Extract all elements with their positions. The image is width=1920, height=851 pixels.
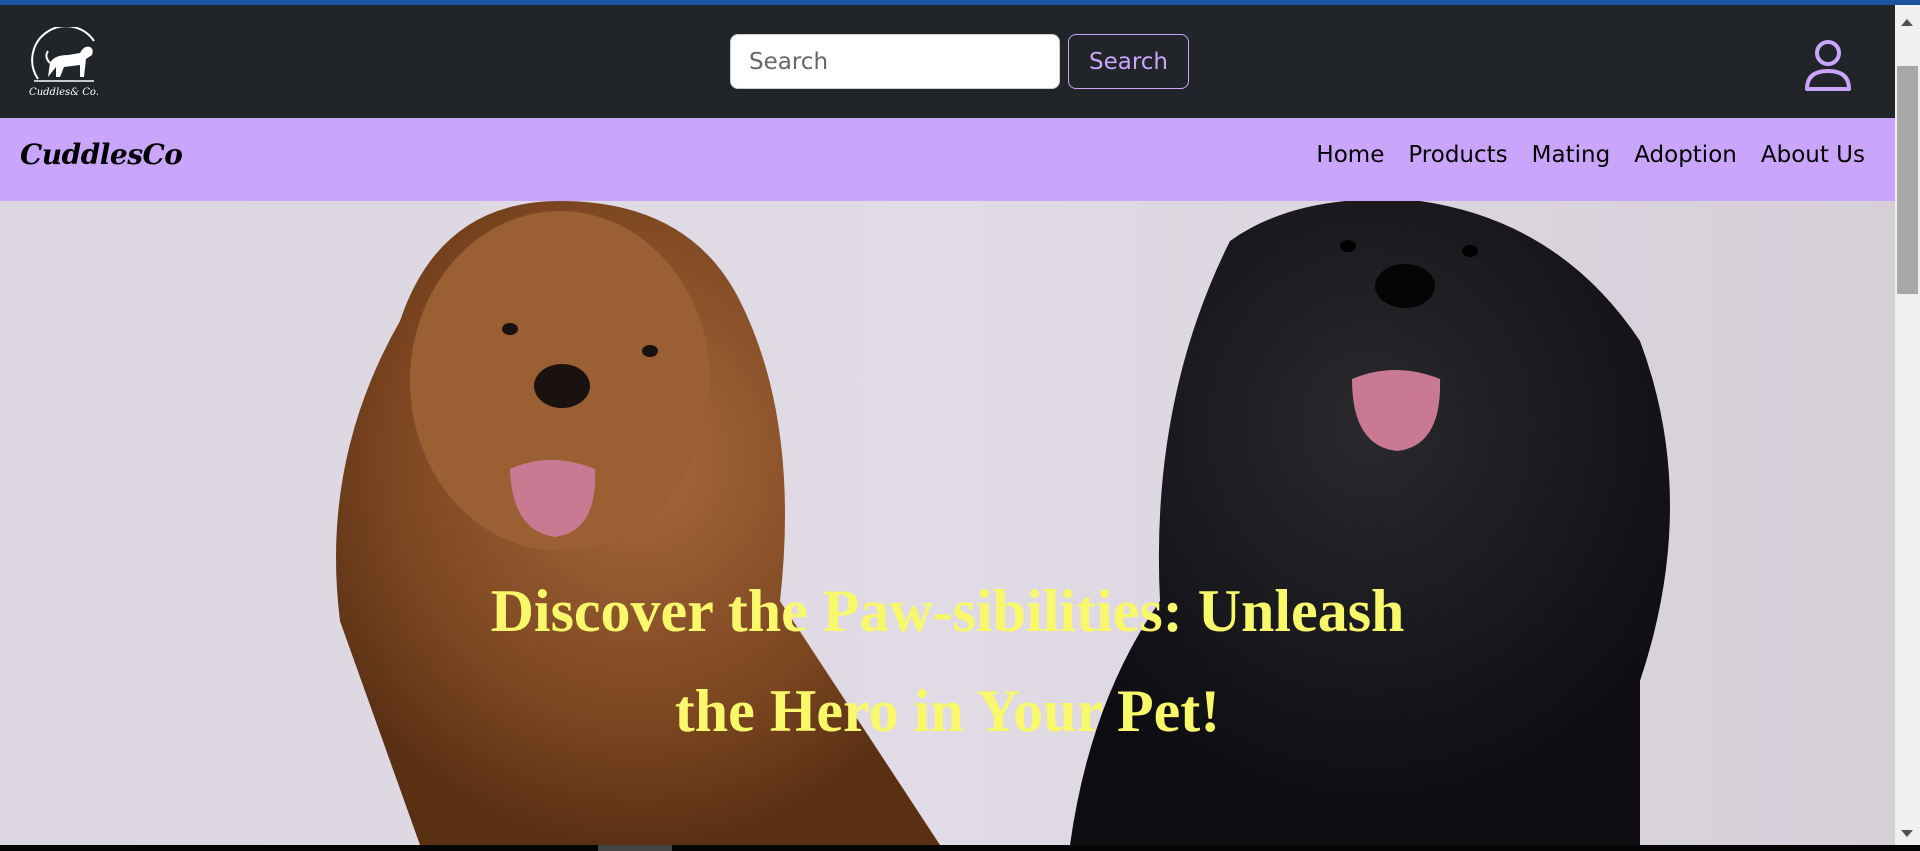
hero-banner: Discover the Paw-sibilities: Unleash the… xyxy=(0,201,1895,845)
headline-line-2: the Hero in Your Pet! xyxy=(674,678,1221,744)
nav-link-mating[interactable]: Mating xyxy=(1532,142,1611,168)
brand-name[interactable]: CuddlesCo xyxy=(20,138,183,171)
scrollbar-thumb[interactable] xyxy=(1897,66,1918,294)
page: Cuddles& Co. Search CuddlesCo Home Produ… xyxy=(0,5,1895,845)
nav-links: Home Products Mating Adoption About Us xyxy=(1316,142,1865,168)
scroll-up-arrow-icon[interactable] xyxy=(1901,19,1913,26)
nav-link-adoption[interactable]: Adoption xyxy=(1634,142,1737,168)
top-header: Cuddles& Co. Search xyxy=(0,5,1895,118)
headline-line-1: Discover the Paw-sibilities: Unleash xyxy=(490,578,1405,644)
bottom-strip xyxy=(0,845,1920,851)
nav-link-home[interactable]: Home xyxy=(1316,142,1384,168)
main-navbar: CuddlesCo Home Products Mating Adoption … xyxy=(0,118,1895,201)
nav-link-products[interactable]: Products xyxy=(1408,142,1507,168)
scroll-down-arrow-icon[interactable] xyxy=(1901,830,1913,837)
vertical-scrollbar[interactable] xyxy=(1895,5,1920,845)
search-button[interactable]: Search xyxy=(1068,34,1189,89)
hero-headline: Discover the Paw-sibilities: Unleash the… xyxy=(0,561,1895,761)
search-input[interactable] xyxy=(730,34,1060,89)
user-icon[interactable] xyxy=(1804,39,1852,93)
svg-text:Cuddles& Co.: Cuddles& Co. xyxy=(29,87,99,98)
cuddles-logo[interactable]: Cuddles& Co. xyxy=(24,27,104,101)
nav-link-about-us[interactable]: About Us xyxy=(1761,142,1865,168)
bottom-strip-segment xyxy=(598,845,672,851)
